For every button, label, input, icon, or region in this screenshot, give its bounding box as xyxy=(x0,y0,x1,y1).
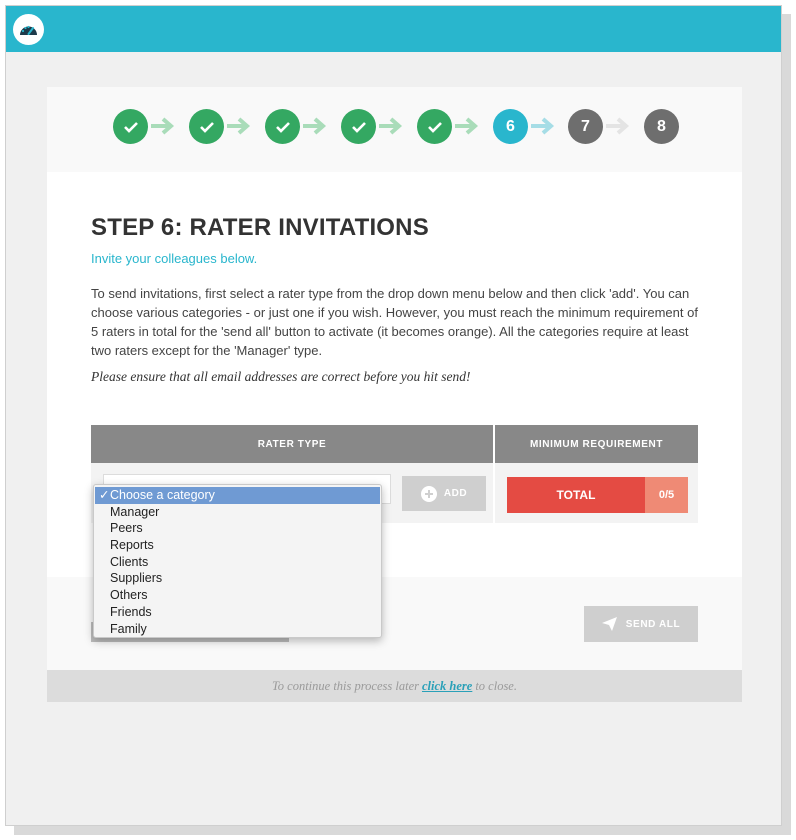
add-button-label: ADD xyxy=(443,488,468,499)
header-minimum-requirement: MINIMUM REQUIREMENT xyxy=(495,425,698,463)
category-dropdown[interactable]: ✓ Choose a category Manager Peers Report… xyxy=(93,484,382,638)
arrow-right-icon xyxy=(606,117,630,135)
check-icon xyxy=(351,121,366,133)
app-window: 6 7 8 STEP 6: RATER INVITATIONS Invite y… xyxy=(5,5,782,826)
check-icon xyxy=(427,121,442,133)
click-here-link[interactable]: click here xyxy=(422,679,472,694)
step-3 xyxy=(265,109,300,144)
dropdown-option-manager[interactable]: Manager xyxy=(94,504,381,521)
email-warning: Please ensure that all email addresses a… xyxy=(91,369,471,384)
send-all-button[interactable]: SEND ALL xyxy=(584,606,698,642)
step-2 xyxy=(189,109,224,144)
total-count: 0/5 xyxy=(645,477,688,513)
dropdown-option-clients[interactable]: Clients xyxy=(94,554,381,571)
dropdown-option-family[interactable]: Family xyxy=(94,621,381,638)
header-rater-type: RATER TYPE xyxy=(91,425,493,463)
progress-stepper: 6 7 8 xyxy=(47,87,742,172)
dropdown-option-suppliers[interactable]: Suppliers xyxy=(94,570,381,587)
page-title: STEP 6: RATER INVITATIONS xyxy=(91,214,429,241)
send-all-label: SEND ALL xyxy=(625,618,681,630)
dropdown-option-friends[interactable]: Friends xyxy=(94,604,381,621)
step-8: 8 xyxy=(644,109,679,144)
add-button[interactable]: ADD xyxy=(402,476,486,511)
dropdown-option-others[interactable]: Others xyxy=(94,587,381,604)
checkmark-icon: ✓ xyxy=(99,488,110,502)
step-5 xyxy=(417,109,452,144)
continue-later-suffix: to close. xyxy=(475,678,517,693)
step-7: 7 xyxy=(568,109,603,144)
dropdown-option-selected[interactable]: ✓ Choose a category xyxy=(95,487,380,504)
arrow-right-icon xyxy=(303,117,327,135)
page-subtitle: Invite your colleagues below. xyxy=(91,251,258,266)
check-icon xyxy=(123,121,138,133)
arrow-right-icon xyxy=(151,117,175,135)
arrow-right-icon xyxy=(531,117,555,135)
step-1 xyxy=(113,109,148,144)
continue-later-bar: To continue this process later click her… xyxy=(47,670,742,702)
instructions-text: To send invitations, first select a rate… xyxy=(91,286,698,358)
arrow-right-icon xyxy=(455,117,479,135)
arrow-right-icon xyxy=(379,117,403,135)
dropdown-option-peers[interactable]: Peers xyxy=(94,520,381,537)
plus-circle-icon xyxy=(420,485,437,502)
dropdown-option-reports[interactable]: Reports xyxy=(94,537,381,554)
arrow-right-icon xyxy=(227,117,251,135)
logo[interactable] xyxy=(13,14,44,45)
total-badge: TOTAL xyxy=(507,477,645,513)
continue-later-prefix: To continue this process later xyxy=(271,678,419,693)
paper-plane-icon xyxy=(601,617,617,631)
dropdown-option-label: Choose a category xyxy=(110,488,215,502)
gauge-logo-icon xyxy=(20,25,37,35)
step-4 xyxy=(341,109,376,144)
check-icon xyxy=(275,121,290,133)
step-6: 6 xyxy=(493,109,528,144)
top-bar xyxy=(6,6,781,52)
check-icon xyxy=(199,121,214,133)
